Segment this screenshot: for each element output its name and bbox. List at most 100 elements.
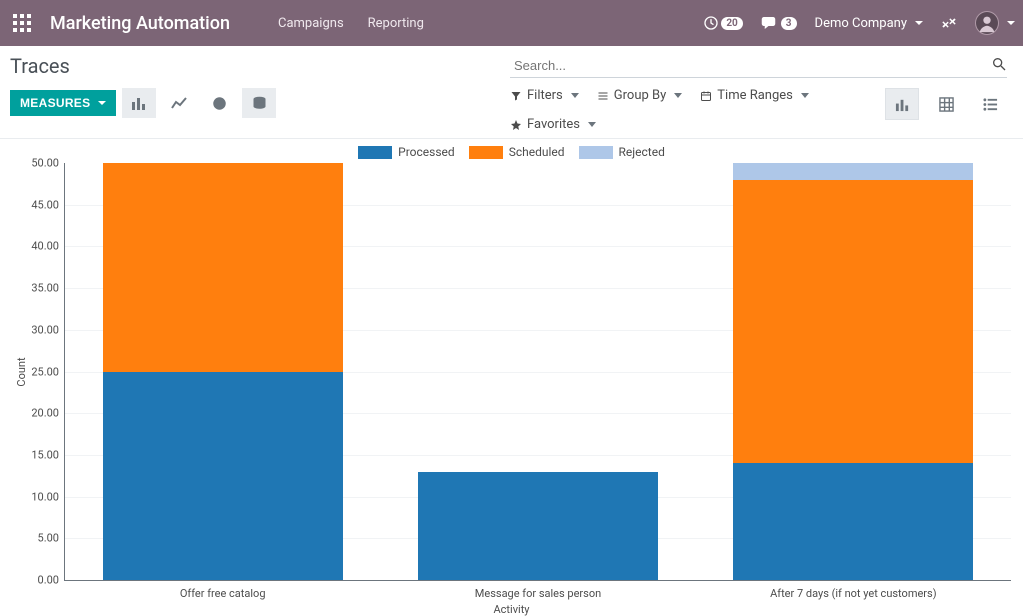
nav-link-campaigns[interactable]: Campaigns	[278, 16, 344, 31]
list-icon	[983, 97, 998, 112]
bar-segment[interactable]	[418, 472, 658, 580]
chevron-down-icon	[801, 93, 809, 98]
x-ticks: Offer free catalogMessage for sales pers…	[65, 587, 1011, 600]
calendar-icon	[700, 90, 712, 102]
legend-swatch	[469, 146, 503, 159]
search-input[interactable]	[510, 54, 1007, 78]
activity-badge: 20	[721, 17, 742, 30]
debug-icon[interactable]	[941, 15, 957, 31]
list-icon	[597, 90, 609, 102]
view-graph-button[interactable]	[885, 88, 919, 120]
nav-right: 20 3 Demo Company	[703, 11, 1015, 35]
bar-segment[interactable]	[733, 463, 973, 580]
chart-area: Processed Scheduled Rejected Count 0.005.0…	[0, 139, 1023, 611]
top-navbar: Marketing Automation Campaigns Reporting…	[0, 0, 1023, 46]
chevron-down-icon	[588, 122, 596, 127]
timeranges-label: Time Ranges	[717, 88, 793, 103]
pie-chart-icon	[212, 96, 227, 111]
bar-segment[interactable]	[103, 372, 343, 581]
x-axis-label: Activity	[12, 603, 1011, 616]
y-tick-label: 20.00	[31, 407, 59, 420]
table-icon	[939, 97, 954, 112]
y-tick-label: 45.00	[31, 198, 59, 211]
discuss-badge: 3	[781, 17, 797, 30]
chart-bar-button[interactable]	[122, 88, 156, 118]
discuss-indicator[interactable]: 3	[761, 15, 797, 31]
search-wrap	[510, 54, 1007, 78]
clock-icon	[703, 15, 719, 31]
chart-line-button[interactable]	[162, 88, 196, 118]
chevron-down-icon	[915, 21, 923, 25]
y-tick-label: 5.00	[38, 532, 59, 545]
avatar	[975, 11, 999, 35]
view-list-button[interactable]	[973, 88, 1007, 120]
x-tick-label: Offer free catalog	[65, 587, 380, 600]
measures-button[interactable]: MEASURES	[10, 90, 116, 116]
apps-icon[interactable]	[8, 9, 36, 37]
chat-icon	[761, 15, 779, 31]
legend-item[interactable]: Processed	[358, 145, 455, 159]
view-pivot-button[interactable]	[929, 88, 963, 120]
legend-label: Processed	[398, 145, 455, 159]
favorites-label: Favorites	[527, 117, 580, 132]
bar-stack[interactable]	[418, 163, 658, 580]
company-switcher[interactable]: Demo Company	[815, 16, 923, 31]
bar-slot	[65, 163, 380, 580]
chevron-down-icon	[674, 93, 682, 98]
database-icon	[252, 96, 267, 111]
measures-label: MEASURES	[20, 96, 90, 110]
y-ticks: 0.005.0010.0015.0020.0025.0030.0035.0040…	[21, 163, 65, 580]
chart-stacked-button[interactable]	[242, 88, 276, 118]
filter-icon	[510, 90, 522, 102]
filters-dropdown[interactable]: Filters	[510, 88, 579, 103]
chevron-down-icon	[571, 93, 579, 98]
groupby-label: Group By	[614, 88, 667, 103]
chart-plot: Count 0.005.0010.0015.0020.0025.0030.003…	[64, 163, 1011, 581]
chart-pie-button[interactable]	[202, 88, 236, 118]
nav-links: Campaigns Reporting	[278, 16, 424, 31]
chevron-down-icon	[98, 101, 106, 105]
legend-item[interactable]: Rejected	[579, 145, 665, 159]
timeranges-dropdown[interactable]: Time Ranges	[700, 88, 809, 103]
favorites-dropdown[interactable]: Favorites	[510, 117, 885, 132]
bar-slot	[380, 163, 695, 580]
y-tick-label: 35.00	[31, 282, 59, 295]
legend-item[interactable]: Scheduled	[469, 145, 565, 159]
y-tick-label: 30.00	[31, 323, 59, 336]
bar-segment[interactable]	[103, 163, 343, 372]
bar-stack[interactable]	[733, 163, 973, 580]
company-name: Demo Company	[815, 16, 907, 31]
nav-link-reporting[interactable]: Reporting	[368, 16, 424, 31]
star-icon	[510, 119, 522, 131]
bar-segment[interactable]	[733, 163, 973, 180]
user-menu[interactable]	[975, 11, 1015, 35]
filters-label: Filters	[527, 88, 563, 103]
bar-segment[interactable]	[733, 180, 973, 464]
control-panel: Traces MEASURES	[0, 46, 1023, 139]
legend-swatch	[579, 146, 613, 159]
bar-stack[interactable]	[103, 163, 343, 580]
bars-container	[65, 163, 1011, 580]
y-tick-label: 15.00	[31, 448, 59, 461]
y-tick-label: 10.00	[31, 490, 59, 503]
x-tick-label: After 7 days (if not yet customers)	[696, 587, 1011, 600]
chart-legend: Processed Scheduled Rejected	[12, 145, 1011, 159]
search-options: Filters Group By Time Ranges Favorites	[510, 88, 885, 132]
page-title: Traces	[10, 54, 510, 78]
activity-indicator[interactable]: 20	[703, 15, 742, 31]
app-brand[interactable]: Marketing Automation	[50, 13, 230, 34]
y-tick-label: 25.00	[31, 365, 59, 378]
legend-label: Scheduled	[509, 145, 565, 159]
legend-swatch	[358, 146, 392, 159]
y-tick-label: 40.00	[31, 240, 59, 253]
bar-chart-icon	[895, 97, 910, 112]
x-tick-label: Message for sales person	[380, 587, 695, 600]
bar-chart-icon	[131, 96, 147, 110]
search-icon[interactable]	[991, 56, 1007, 72]
line-chart-icon	[171, 96, 187, 110]
chevron-down-icon	[1007, 21, 1015, 25]
legend-label: Rejected	[619, 145, 665, 159]
bar-slot	[696, 163, 1011, 580]
y-tick-label: 0.00	[38, 574, 59, 587]
groupby-dropdown[interactable]: Group By	[597, 88, 683, 103]
